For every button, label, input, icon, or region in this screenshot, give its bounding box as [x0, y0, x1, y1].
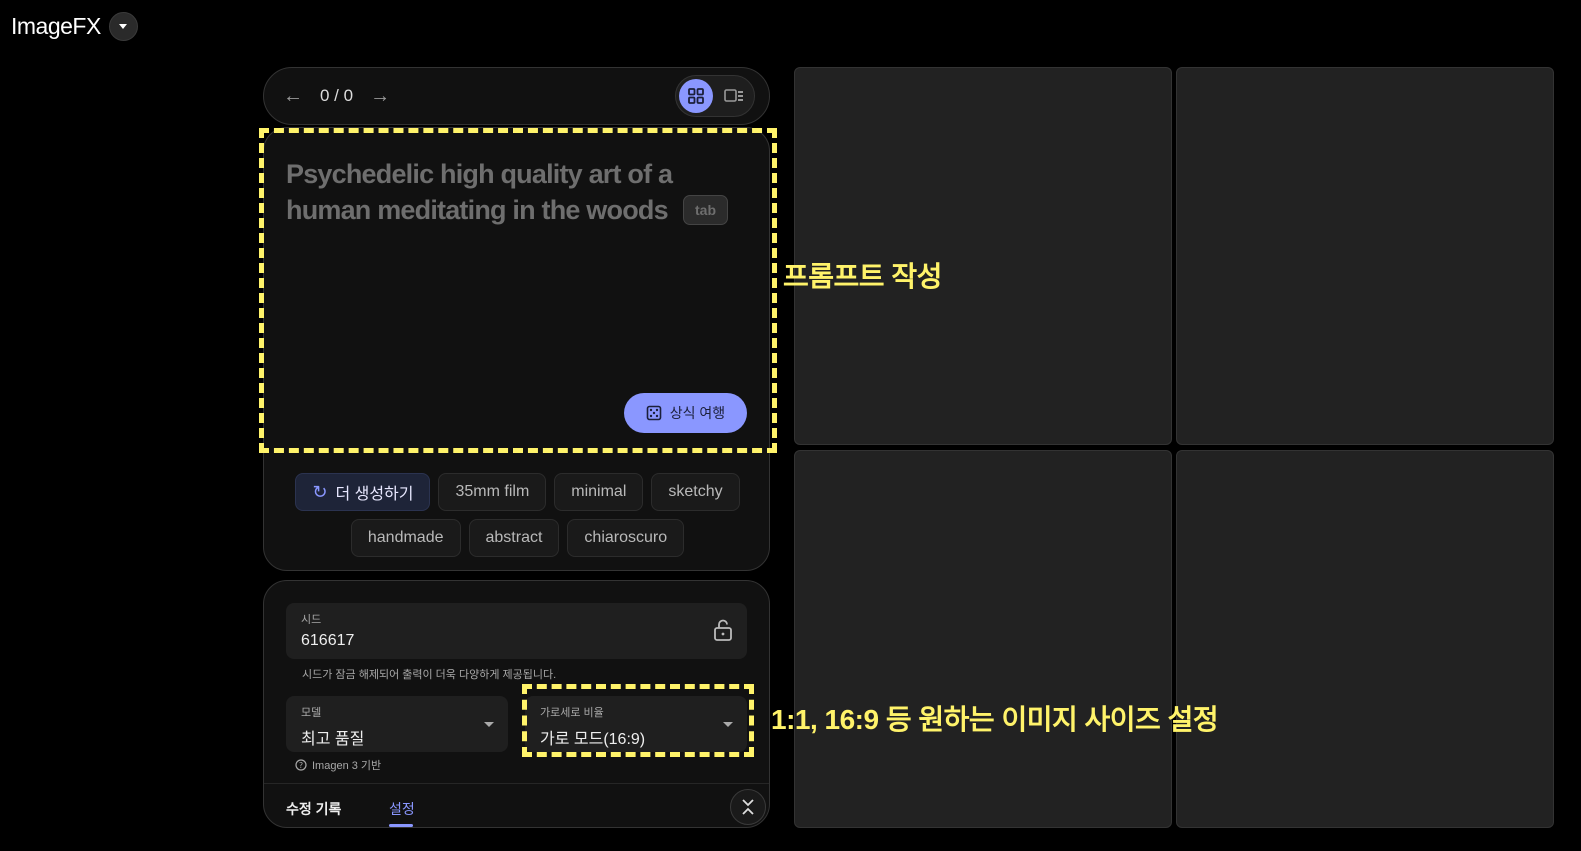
result-navigation: ← 0 / 0 →	[263, 67, 770, 125]
previous-arrow-icon[interactable]: ←	[278, 85, 308, 108]
image-tile[interactable]	[1176, 450, 1554, 828]
model-select[interactable]: 모델 최고 품질	[286, 696, 508, 752]
style-chip[interactable]: handmade	[350, 519, 461, 557]
tab-history[interactable]: 수정 기록	[286, 799, 341, 819]
grid-view-button[interactable]	[679, 79, 713, 113]
top-bar: ImageFX	[11, 12, 138, 41]
page-counter: 0 / 0	[320, 86, 354, 105]
style-chip[interactable]: chiaroscuro	[567, 519, 685, 557]
prompt-highlight-box	[259, 128, 777, 453]
unlock-icon[interactable]	[713, 619, 733, 641]
grid-icon	[688, 88, 704, 104]
svg-text:?: ?	[299, 761, 303, 770]
ratio-highlight-box	[522, 684, 754, 757]
caret-down-icon	[119, 24, 128, 29]
view-toggle	[675, 75, 755, 117]
image-tile[interactable]	[1176, 67, 1554, 445]
app-menu-button[interactable]	[108, 12, 138, 41]
single-view-button[interactable]	[717, 79, 751, 113]
model-note-text: Imagen 3 기반	[312, 760, 382, 772]
seed-field[interactable]: 시드 616617	[286, 603, 747, 659]
caret-down-icon	[484, 722, 494, 727]
seed-hint: 시드가 잠금 해제되어 출력이 더욱 다양하게 제공됩니다.	[302, 669, 557, 681]
collapse-button[interactable]	[730, 789, 766, 825]
ratio-annotation: 1:1, 16:9 등 원하는 이미지 사이즈 설정	[771, 704, 1219, 735]
image-tile[interactable]	[794, 450, 1172, 828]
style-chips: ↻ 더 생성하기 35mm film minimal sketchy handm…	[284, 473, 751, 557]
settings-tabs: 수정 기록 설정	[264, 783, 769, 827]
tab-settings[interactable]: 설정	[389, 799, 415, 819]
next-arrow-icon[interactable]: →	[365, 85, 395, 108]
generate-more-button[interactable]: ↻ 더 생성하기	[295, 473, 431, 511]
seed-label: 시드	[301, 614, 322, 626]
style-chip[interactable]: abstract	[468, 519, 560, 557]
refresh-icon: ↻	[312, 481, 328, 502]
collapse-icon	[742, 799, 754, 815]
seed-value[interactable]: 616617	[301, 632, 732, 650]
style-chip[interactable]: minimal	[554, 473, 644, 511]
model-label: 모델	[301, 707, 322, 719]
style-chip[interactable]: sketchy	[651, 473, 740, 511]
model-note: ? Imagen 3 기반	[295, 757, 381, 773]
style-chip[interactable]: 35mm film	[438, 473, 547, 511]
active-tab-indicator	[389, 824, 413, 827]
app-title: ImageFX	[11, 13, 101, 39]
help-icon[interactable]: ?	[295, 759, 307, 771]
single-image-icon	[724, 89, 743, 102]
prompt-annotation: 프롬프트 작성	[783, 261, 942, 292]
model-value: 최고 품질	[301, 731, 365, 748]
generate-more-label: 더 생성하기	[335, 486, 414, 503]
